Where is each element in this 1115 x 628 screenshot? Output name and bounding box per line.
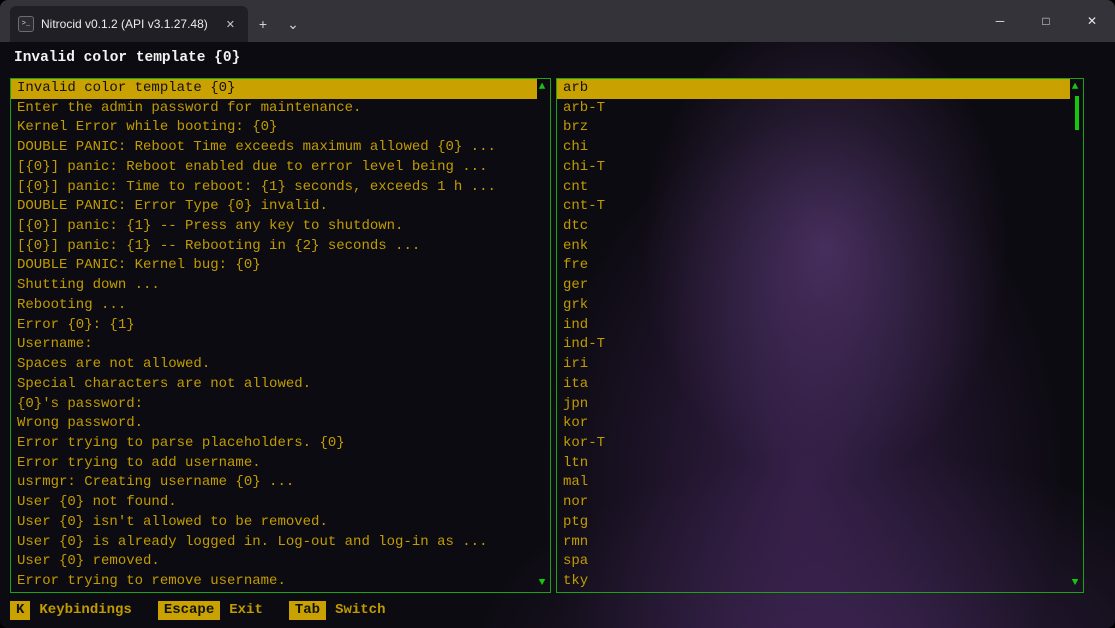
maximize-button[interactable]: □: [1023, 0, 1069, 42]
keybinding-key-badge[interactable]: Escape: [158, 601, 220, 620]
languages-panel: arbarb-Tbrzchichi-Tcntcnt-Tdtcenkfregerg…: [556, 78, 1084, 593]
list-item[interactable]: nor: [557, 493, 1070, 513]
list-item[interactable]: spa: [557, 552, 1070, 572]
list-item[interactable]: enk: [557, 237, 1070, 257]
list-item[interactable]: User {0} is already logged in. Log-out a…: [11, 533, 537, 553]
languages-list: arbarb-Tbrzchichi-Tcntcnt-Tdtcenkfregerg…: [557, 79, 1083, 592]
list-item[interactable]: jpn: [557, 395, 1070, 415]
terminal-screen: Invalid color template {0} Invalid color…: [0, 42, 1115, 628]
messages-list: Invalid color template {0}Enter the admi…: [11, 79, 550, 592]
scroll-up-icon[interactable]: ▲: [1069, 82, 1081, 93]
list-item[interactable]: Spaces are not allowed.: [11, 355, 537, 375]
titlebar: >_ Nitrocid v0.1.2 (API v3.1.27.48) ✕ + …: [0, 0, 1115, 42]
list-item[interactable]: Wrong password.: [11, 414, 537, 434]
list-item[interactable]: Special characters are not allowed.: [11, 375, 537, 395]
keybinding-key-badge[interactable]: K: [10, 601, 30, 620]
scrollbar-thumb[interactable]: [1075, 96, 1079, 130]
keybinding: Escape Exit: [158, 601, 263, 620]
list-item[interactable]: Enter the admin password for maintenance…: [11, 99, 537, 119]
list-item[interactable]: Username:: [11, 335, 537, 355]
app-window: >_ Nitrocid v0.1.2 (API v3.1.27.48) ✕ + …: [0, 0, 1115, 628]
list-item[interactable]: mal: [557, 473, 1070, 493]
list-item[interactable]: Error trying to parse placeholders. {0}: [11, 434, 537, 454]
list-item[interactable]: [{0}] panic: {1} -- Press any key to shu…: [11, 217, 537, 237]
list-item[interactable]: iri: [557, 355, 1070, 375]
list-item[interactable]: Rebooting ...: [11, 296, 537, 316]
list-item[interactable]: brz: [557, 118, 1070, 138]
list-item[interactable]: rmn: [557, 533, 1070, 553]
messages-panel: Invalid color template {0}Enter the admi…: [10, 78, 551, 593]
list-item[interactable]: User {0} removed.: [11, 552, 537, 572]
scroll-down-icon[interactable]: ▼: [1069, 578, 1081, 589]
list-item[interactable]: Kernel Error while booting: {0}: [11, 118, 537, 138]
list-item[interactable]: ptg: [557, 513, 1070, 533]
list-item[interactable]: tky: [557, 572, 1070, 592]
list-item[interactable]: arb: [557, 79, 1070, 99]
list-item[interactable]: DOUBLE PANIC: Kernel bug: {0}: [11, 256, 537, 276]
list-item[interactable]: chi-T: [557, 158, 1070, 178]
keybinding: Tab Switch: [289, 601, 386, 620]
list-item[interactable]: ita: [557, 375, 1070, 395]
keybinding-label: Switch: [335, 601, 385, 620]
list-item[interactable]: Invalid color template {0}: [11, 79, 537, 99]
list-item[interactable]: kor: [557, 414, 1070, 434]
list-item[interactable]: ind-T: [557, 335, 1070, 355]
list-item[interactable]: cnt-T: [557, 197, 1070, 217]
list-item[interactable]: grk: [557, 296, 1070, 316]
list-item[interactable]: Error {0}: {1}: [11, 316, 537, 336]
list-item[interactable]: cnt: [557, 178, 1070, 198]
list-item[interactable]: User {0} not found.: [11, 493, 537, 513]
screen-title: Invalid color template {0}: [14, 50, 240, 66]
scroll-up-icon[interactable]: ▲: [536, 82, 548, 93]
list-item[interactable]: arb-T: [557, 99, 1070, 119]
terminal-icon: >_: [18, 16, 34, 32]
list-item[interactable]: kor-T: [557, 434, 1070, 454]
list-item[interactable]: Error trying to add username.: [11, 454, 537, 474]
keybinding-label: Exit: [229, 601, 263, 620]
new-tab-button[interactable]: +: [248, 6, 278, 42]
list-item[interactable]: Shutting down ...: [11, 276, 537, 296]
list-item[interactable]: Error trying to remove username.: [11, 572, 537, 592]
tab-close-icon[interactable]: ✕: [221, 16, 240, 33]
list-item[interactable]: dtc: [557, 217, 1070, 237]
list-item[interactable]: ind: [557, 316, 1070, 336]
list-item[interactable]: DOUBLE PANIC: Error Type {0} invalid.: [11, 197, 537, 217]
scroll-down-icon[interactable]: ▼: [536, 578, 548, 589]
keybinding-label: Keybindings: [39, 601, 131, 620]
list-item[interactable]: DOUBLE PANIC: Reboot Time exceeds maximu…: [11, 138, 537, 158]
list-item[interactable]: [{0}] panic: Reboot enabled due to error…: [11, 158, 537, 178]
close-button[interactable]: ✕: [1069, 0, 1115, 42]
window-controls: ─ □ ✕: [977, 0, 1115, 42]
panels: Invalid color template {0}Enter the admi…: [10, 78, 1084, 593]
keybinding: K Keybindings: [10, 601, 132, 620]
status-bar: K Keybindings Escape Exit Tab Switch: [10, 601, 386, 620]
keybinding-key-badge[interactable]: Tab: [289, 601, 326, 620]
list-item[interactable]: [{0}] panic: Time to reboot: {1} seconds…: [11, 178, 537, 198]
list-item[interactable]: [{0}] panic: {1} -- Rebooting in {2} sec…: [11, 237, 537, 257]
tab-title: Nitrocid v0.1.2 (API v3.1.27.48): [41, 17, 214, 31]
list-item[interactable]: User {0} isn't allowed to be removed.: [11, 513, 537, 533]
list-item[interactable]: ger: [557, 276, 1070, 296]
minimize-button[interactable]: ─: [977, 0, 1023, 42]
list-item[interactable]: ltn: [557, 454, 1070, 474]
list-item[interactable]: chi: [557, 138, 1070, 158]
list-item[interactable]: usrmgr: Creating username {0} ...: [11, 473, 537, 493]
terminal-tab[interactable]: >_ Nitrocid v0.1.2 (API v3.1.27.48) ✕: [10, 6, 248, 42]
list-item[interactable]: fre: [557, 256, 1070, 276]
list-item[interactable]: {0}'s password:: [11, 395, 537, 415]
tab-dropdown-icon[interactable]: ⌄: [278, 6, 308, 42]
